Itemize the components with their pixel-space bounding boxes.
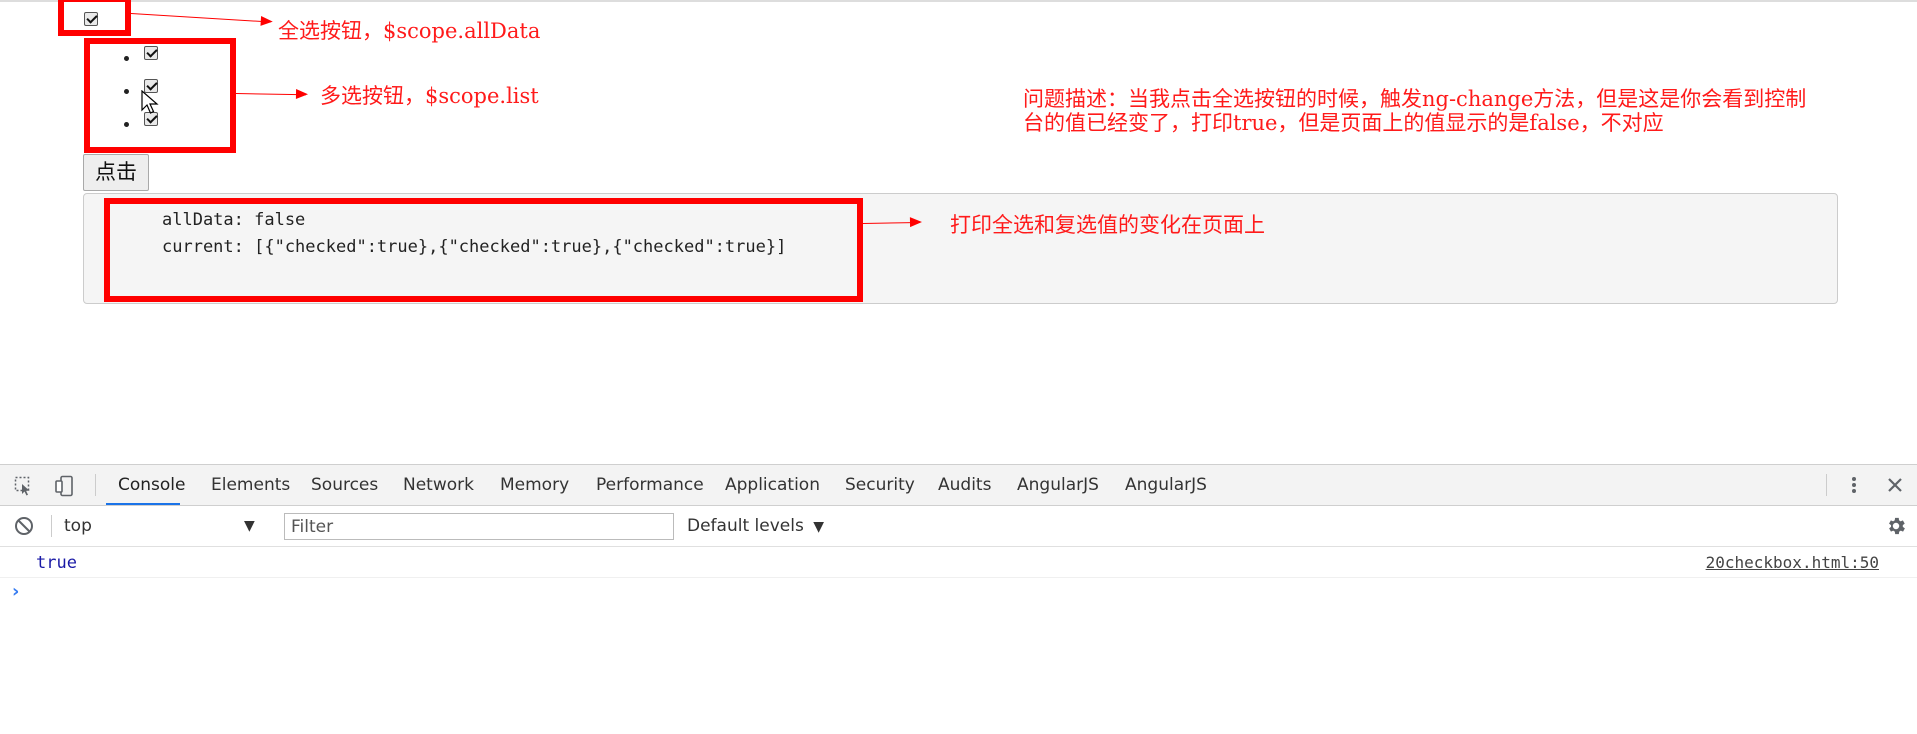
select-all-highlight-box [58, 0, 131, 36]
tab-divider [95, 474, 96, 496]
tab-performance[interactable]: Performance [596, 465, 704, 505]
tab-console[interactable]: Console [106, 465, 186, 505]
clear-console-icon[interactable] [14, 516, 34, 536]
console-log-row: true 20checkbox.html:50 [0, 547, 1917, 578]
tab-elements[interactable]: Elements [211, 465, 290, 505]
device-toolbar-icon[interactable] [54, 475, 76, 497]
devtools-panel: Console Elements Sources Network Memory … [0, 464, 1917, 734]
devtools-tab-bar: Console Elements Sources Network Memory … [0, 465, 1917, 506]
multi-select-arrow [235, 93, 306, 96]
log-source-link[interactable]: 20checkbox.html:50 [1706, 553, 1879, 572]
multi-select-highlight-box [84, 38, 236, 153]
settings-gear-icon[interactable] [1885, 515, 1907, 537]
more-options-icon[interactable] [1845, 475, 1863, 495]
log-levels-label: Default levels [687, 516, 804, 536]
problem-description-line1: 问题描述：当我点击全选按钮的时候，触发ng-change方法，但是这是你会看到控… [1023, 87, 1807, 111]
select-all-annotation: 全选按钮，$scope.allData [278, 19, 541, 43]
output-highlight-box [104, 198, 863, 302]
console-prompt[interactable]: › [12, 581, 19, 602]
chevron-down-icon: ▼ [244, 518, 255, 534]
filter-input[interactable] [284, 513, 674, 540]
tab-audits[interactable]: Audits [938, 465, 991, 505]
page-area: 点击 allData: false current: [{"checked":t… [0, 0, 1917, 466]
tab-memory[interactable]: Memory [500, 465, 569, 505]
tab-security[interactable]: Security [845, 465, 915, 505]
tab-divider [1826, 474, 1827, 496]
tab-angularjs[interactable]: AngularJS [1017, 465, 1099, 505]
tab-network[interactable]: Network [403, 465, 474, 505]
tab-application[interactable]: Application [725, 465, 820, 505]
filter-divider [51, 515, 52, 537]
tab-sources[interactable]: Sources [311, 465, 378, 505]
select-all-arrow [130, 13, 271, 23]
multi-select-annotation: 多选按钮，$scope.list [320, 84, 539, 108]
output-annotation: 打印全选和复选值的变化在页面上 [950, 213, 1265, 237]
close-icon[interactable] [1886, 476, 1904, 494]
chevron-down-icon: ▼ [813, 519, 824, 535]
problem-description-line2: 台的值已经变了，打印true，但是页面上的值显示的是false，不对应 [1023, 111, 1664, 135]
context-value: top [64, 516, 92, 536]
click-button[interactable]: 点击 [83, 154, 149, 191]
console-filter-bar: top ▼ Default levels ▼ [0, 506, 1917, 547]
tab-angularjs-2[interactable]: AngularJS [1125, 465, 1207, 505]
log-value: true [36, 553, 77, 573]
inspect-element-icon[interactable] [14, 476, 34, 496]
log-levels-dropdown[interactable]: Default levels ▼ [687, 514, 824, 539]
context-selector[interactable]: top ▼ [64, 514, 264, 538]
